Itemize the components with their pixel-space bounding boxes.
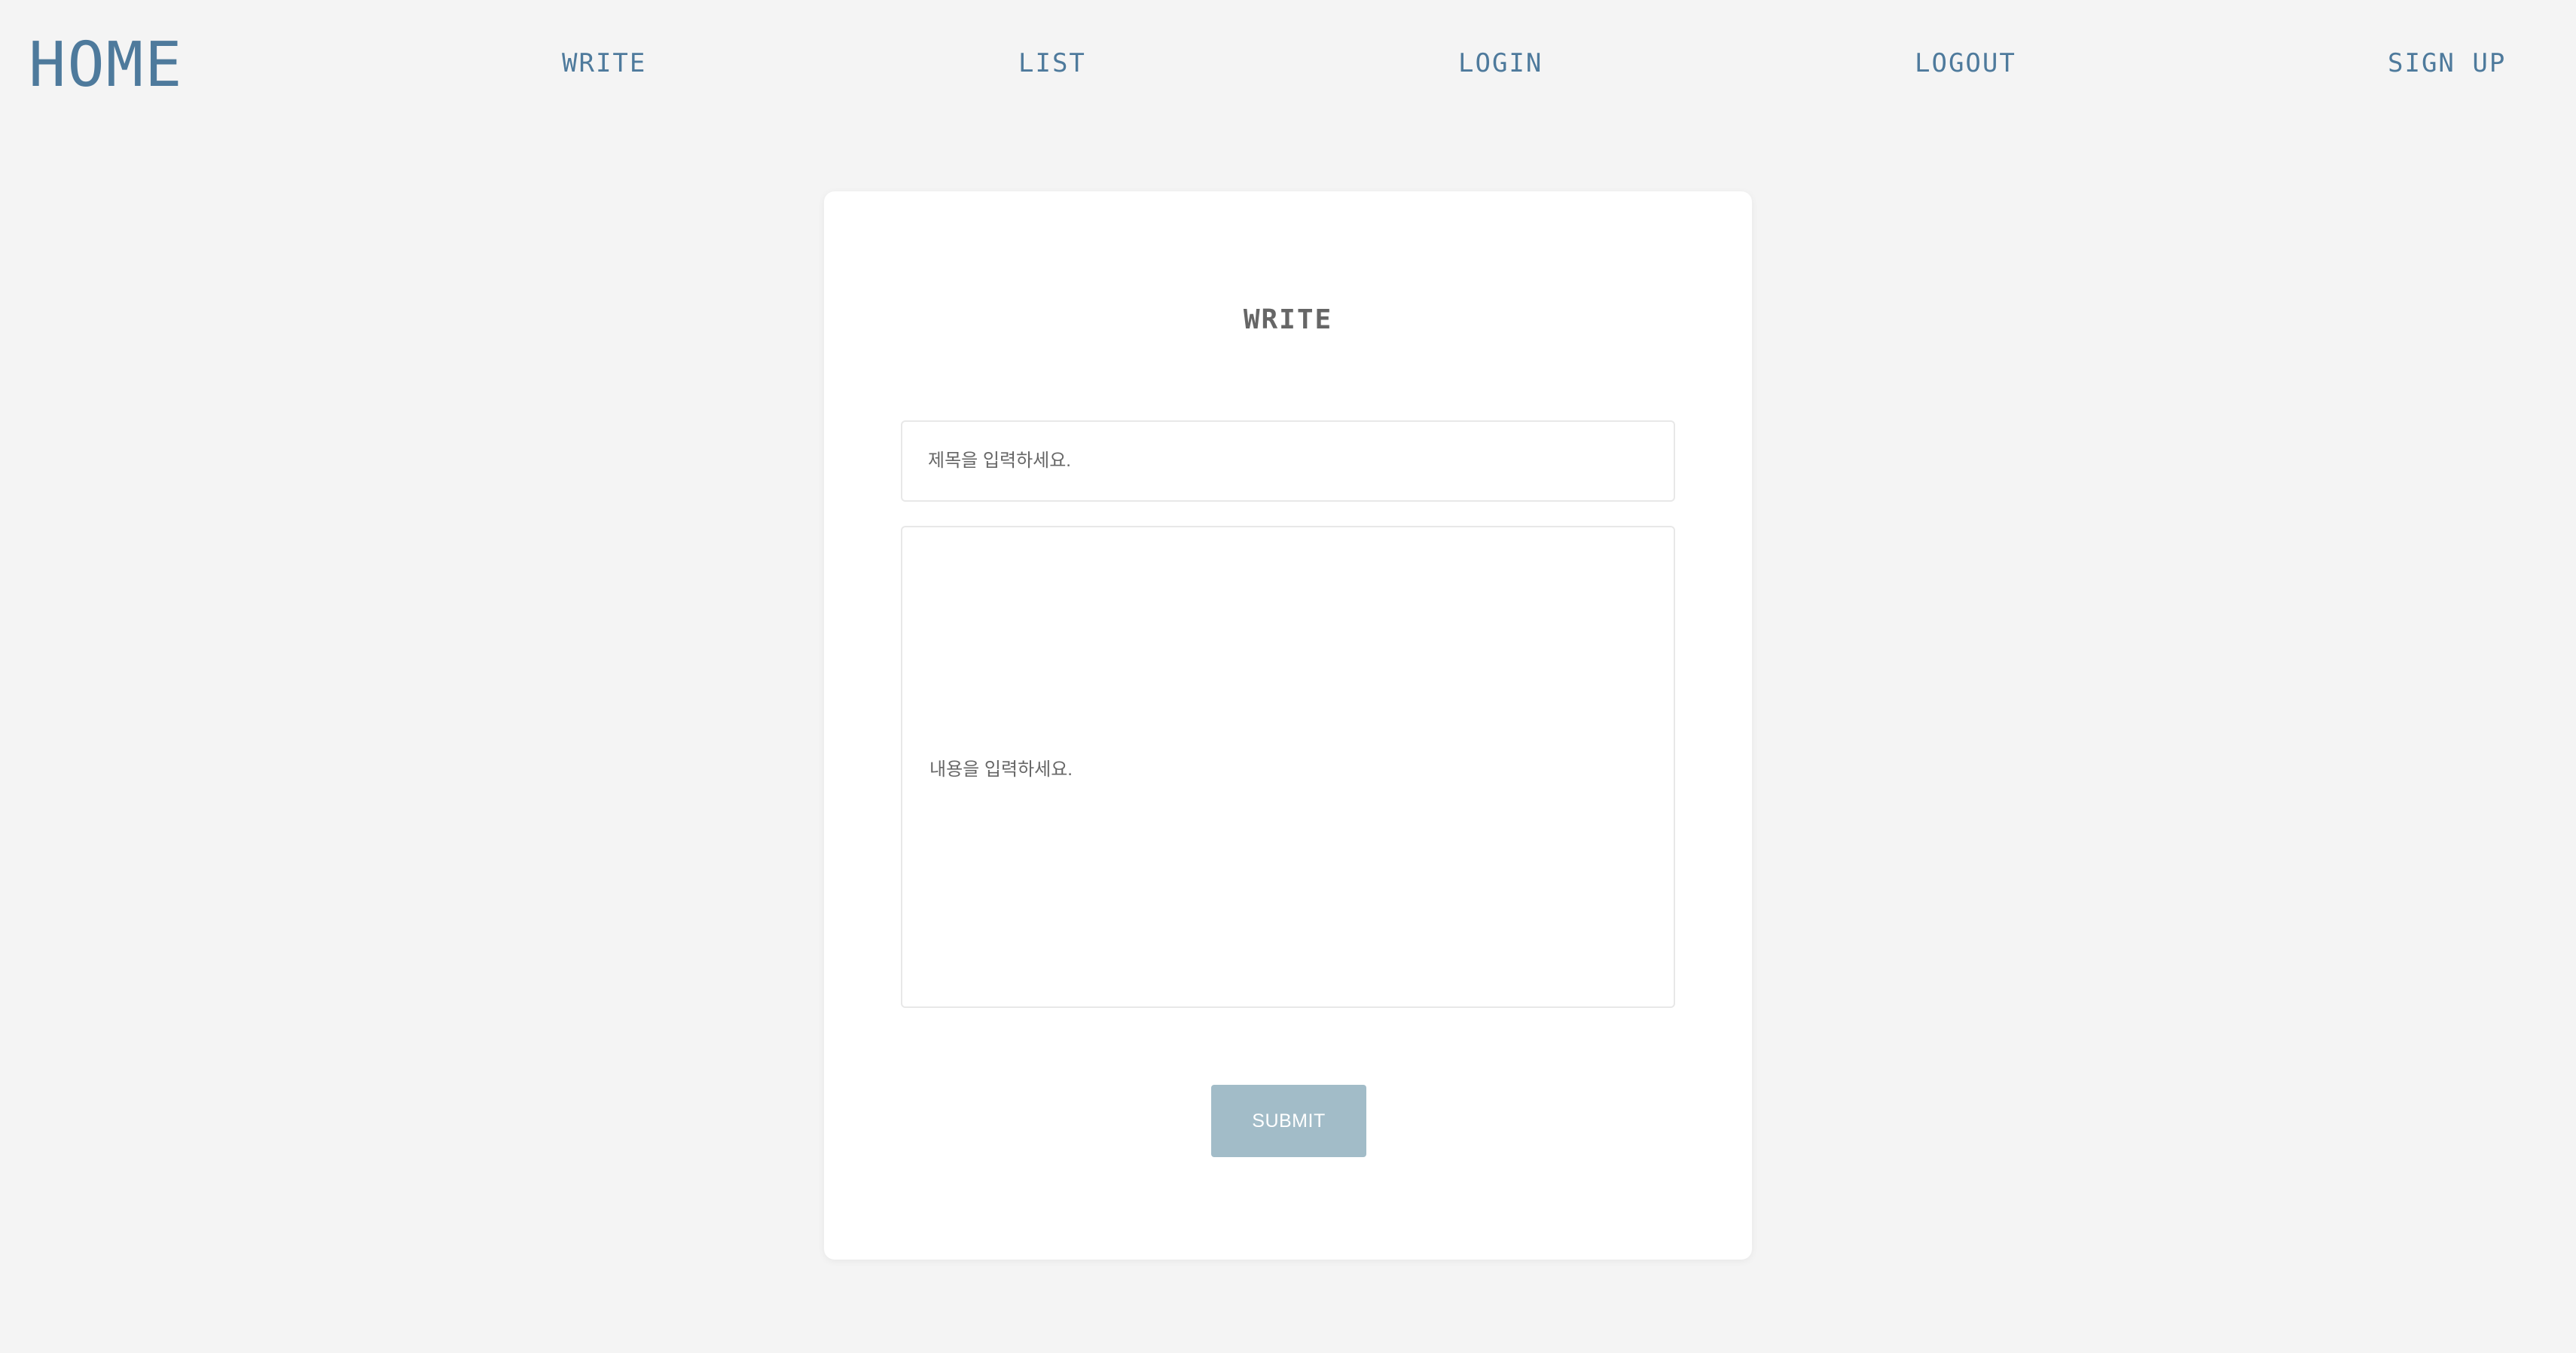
nav-item-write[interactable]: WRITE bbox=[562, 47, 646, 80]
nav-item-list[interactable]: LIST bbox=[1018, 47, 1086, 80]
content-textarea[interactable]: 내용을 입력하세요. bbox=[901, 526, 1675, 1008]
nav-item-sign-up[interactable]: SIGN UP bbox=[2388, 47, 2506, 80]
title-input[interactable] bbox=[901, 420, 1675, 502]
content-placeholder: 내용을 입력하세요. bbox=[929, 759, 1073, 780]
home-link[interactable]: HOME bbox=[29, 32, 183, 99]
submit-button[interactable]: SUBMIT bbox=[1211, 1085, 1366, 1157]
top-navigation: HOME WRITE LIST LOGIN LOGOUT SIGN UP bbox=[0, 0, 2576, 128]
write-form-card: WRITE 내용을 입력하세요. SUBMIT bbox=[824, 191, 1752, 1260]
form-title: WRITE bbox=[1243, 304, 1333, 335]
nav-item-login[interactable]: LOGIN bbox=[1458, 47, 1543, 80]
nav-item-logout[interactable]: LOGOUT bbox=[1915, 47, 2016, 80]
